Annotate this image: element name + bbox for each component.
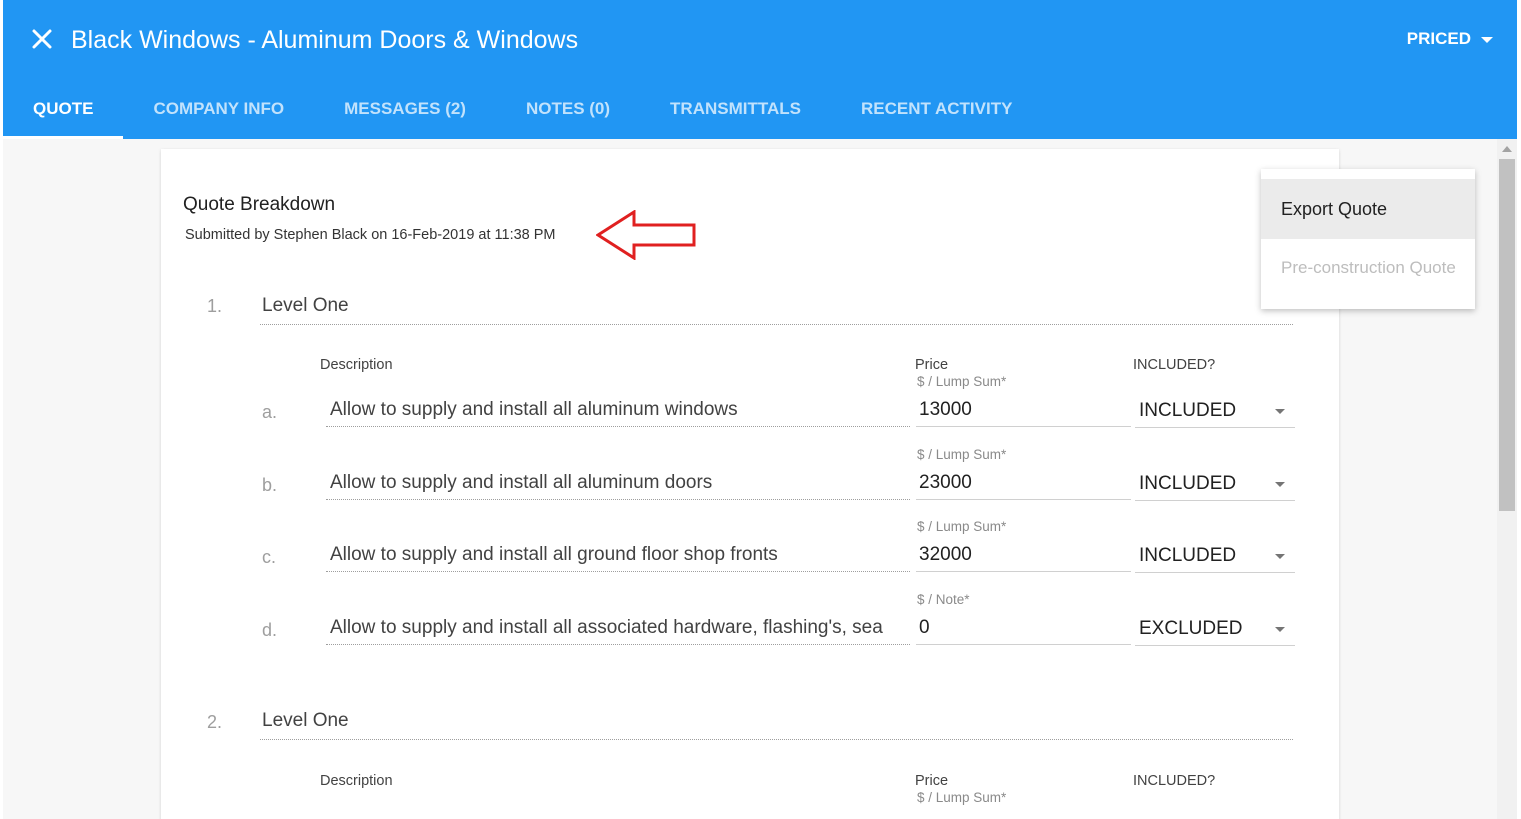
- price-input[interactable]: 0: [916, 617, 1131, 645]
- export-quote-item[interactable]: Export Quote: [1261, 179, 1475, 239]
- price-unit-label: $ / Lump Sum*: [917, 790, 1007, 805]
- row-letter: d.: [262, 620, 278, 640]
- red-arrow-annotation: [596, 210, 696, 260]
- status-label: PRICED: [1406, 29, 1471, 48]
- included-select[interactable]: INCLUDED: [1135, 473, 1295, 501]
- row-letter: c.: [262, 547, 277, 567]
- price-input[interactable]: 13000: [916, 399, 1131, 427]
- description-header: Description: [320, 357, 393, 373]
- included-select[interactable]: INCLUDED: [1135, 400, 1295, 428]
- included-select[interactable]: INCLUDED: [1135, 545, 1295, 573]
- price-input[interactable]: 23000: [916, 472, 1131, 500]
- quote-breakdown-title: Quote Breakdown: [183, 194, 336, 215]
- tab-bar: QUOTE COMPANY INFO MESSAGES (2) NOTES (0…: [3, 84, 1042, 139]
- section-name[interactable]: Level One: [262, 710, 349, 732]
- price-unit-label: $ / Lump Sum*: [917, 374, 1007, 389]
- section-divider: [260, 739, 1293, 740]
- description-field[interactable]: Allow to supply and install all aluminum…: [326, 399, 910, 427]
- price-unit-label: $ / Lump Sum*: [917, 519, 1007, 534]
- dropdown-caret-icon: [1275, 482, 1285, 487]
- section-number: 2.: [207, 712, 223, 732]
- chevron-down-icon: [1481, 37, 1493, 43]
- dropdown-caret-icon: [1275, 554, 1285, 559]
- tab-recent-activity[interactable]: RECENT ACTIVITY: [831, 84, 1042, 139]
- included-value: INCLUDED: [1139, 545, 1237, 566]
- close-icon[interactable]: [29, 26, 55, 52]
- row-letter: b.: [262, 475, 278, 495]
- submitted-info: Submitted by Stephen Black on 16-Feb-201…: [185, 227, 556, 243]
- tab-quote[interactable]: QUOTE: [3, 84, 124, 139]
- included-header: INCLUDED?: [1133, 357, 1216, 373]
- included-value: INCLUDED: [1139, 400, 1237, 421]
- tab-notes[interactable]: NOTES (0): [496, 84, 640, 139]
- tab-company-info[interactable]: COMPANY INFO: [123, 84, 314, 139]
- section-divider: [260, 324, 1293, 325]
- app-header: Black Windows - Aluminum Doors & Windows…: [3, 0, 1517, 139]
- price-header: Price: [915, 773, 949, 789]
- pre-construction-quote-item[interactable]: Pre-construction Quote: [1261, 242, 1475, 294]
- scroll-thumb[interactable]: [1499, 159, 1515, 511]
- included-select[interactable]: EXCLUDED: [1135, 618, 1295, 646]
- price-unit-label: $ / Note*: [917, 592, 970, 607]
- scroll-up-icon[interactable]: [1502, 146, 1512, 152]
- tab-messages[interactable]: MESSAGES (2): [314, 84, 496, 139]
- description-field[interactable]: Allow to supply and install all ground f…: [326, 544, 910, 572]
- description-header: Description: [320, 773, 393, 789]
- export-menu: Export Quote Pre-construction Quote: [1261, 169, 1475, 309]
- status-dropdown[interactable]: PRICED: [1407, 29, 1493, 49]
- included-value: INCLUDED: [1139, 473, 1237, 494]
- price-unit-label: $ / Lump Sum*: [917, 447, 1007, 462]
- vertical-scrollbar[interactable]: [1497, 139, 1517, 819]
- dropdown-caret-icon: [1275, 409, 1285, 414]
- price-header: Price: [915, 357, 949, 373]
- description-field[interactable]: Allow to supply and install all associat…: [326, 617, 910, 645]
- dropdown-caret-icon: [1275, 627, 1285, 632]
- price-input[interactable]: 32000: [916, 544, 1131, 572]
- included-header: INCLUDED?: [1133, 773, 1216, 789]
- section-name[interactable]: Level One: [262, 295, 349, 317]
- row-letter: a.: [262, 402, 278, 422]
- page-title: Black Windows - Aluminum Doors & Windows: [71, 26, 579, 54]
- tab-transmittals[interactable]: TRANSMITTALS: [640, 84, 831, 139]
- description-field[interactable]: Allow to supply and install all aluminum…: [326, 472, 910, 500]
- included-value: EXCLUDED: [1139, 618, 1243, 639]
- section-number: 1.: [207, 296, 223, 316]
